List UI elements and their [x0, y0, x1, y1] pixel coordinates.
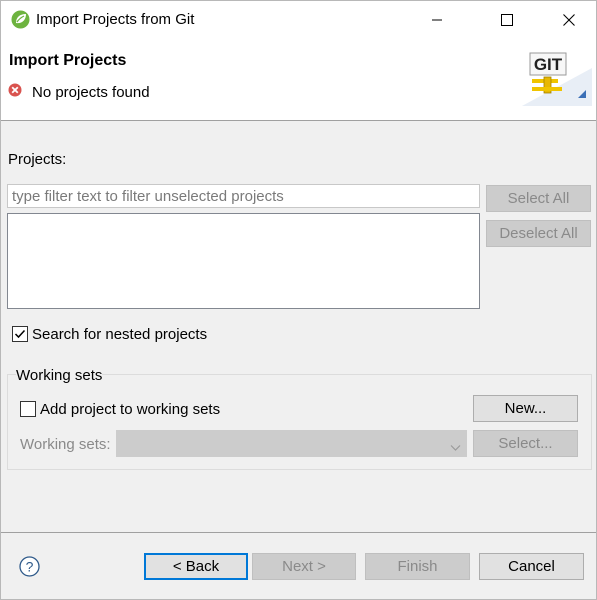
spring-leaf-icon	[11, 10, 30, 29]
svg-text:GIT: GIT	[534, 55, 563, 74]
add-to-working-sets-label: Add project to working sets	[40, 401, 221, 418]
svg-text:?: ?	[26, 559, 34, 575]
project-filter-input[interactable]	[7, 184, 480, 208]
back-button[interactable]: < Back	[144, 553, 248, 580]
working-sets-group-title: Working sets	[16, 367, 103, 384]
close-button[interactable]	[546, 1, 592, 39]
working-sets-combo[interactable]	[116, 430, 467, 457]
cancel-button[interactable]: Cancel	[479, 553, 584, 580]
projects-list[interactable]	[7, 213, 480, 309]
select-all-button[interactable]: Select All	[486, 185, 591, 212]
next-button[interactable]: Next >	[252, 553, 356, 580]
wizard-banner: Import Projects No projects found GIT	[1, 39, 596, 121]
chevron-down-icon	[450, 439, 461, 456]
working-sets-label: Working sets:	[20, 436, 111, 453]
window-title: Import Projects from Git	[36, 11, 195, 28]
status-message: No projects found	[32, 84, 150, 101]
maximize-button[interactable]	[484, 1, 530, 39]
select-working-sets-button[interactable]: Select...	[473, 430, 578, 457]
search-nested-label: Search for nested projects	[32, 326, 208, 343]
checkmark-icon	[14, 329, 26, 339]
deselect-all-button[interactable]: Deselect All	[486, 220, 591, 247]
git-logo: GIT	[522, 48, 592, 106]
page-title: Import Projects	[9, 52, 127, 69]
add-to-working-sets-checkbox[interactable]	[20, 401, 36, 417]
title-bar: Import Projects from Git	[1, 1, 596, 39]
new-working-set-button[interactable]: New...	[473, 395, 578, 422]
search-nested-checkbox[interactable]	[12, 326, 28, 342]
error-icon	[8, 83, 22, 97]
finish-button[interactable]: Finish	[365, 553, 470, 580]
minimize-button[interactable]	[414, 1, 460, 39]
help-icon[interactable]: ?	[19, 556, 40, 577]
projects-label: Projects:	[8, 151, 67, 168]
import-dialog: Import Projects from Git Import Projects…	[0, 0, 597, 600]
